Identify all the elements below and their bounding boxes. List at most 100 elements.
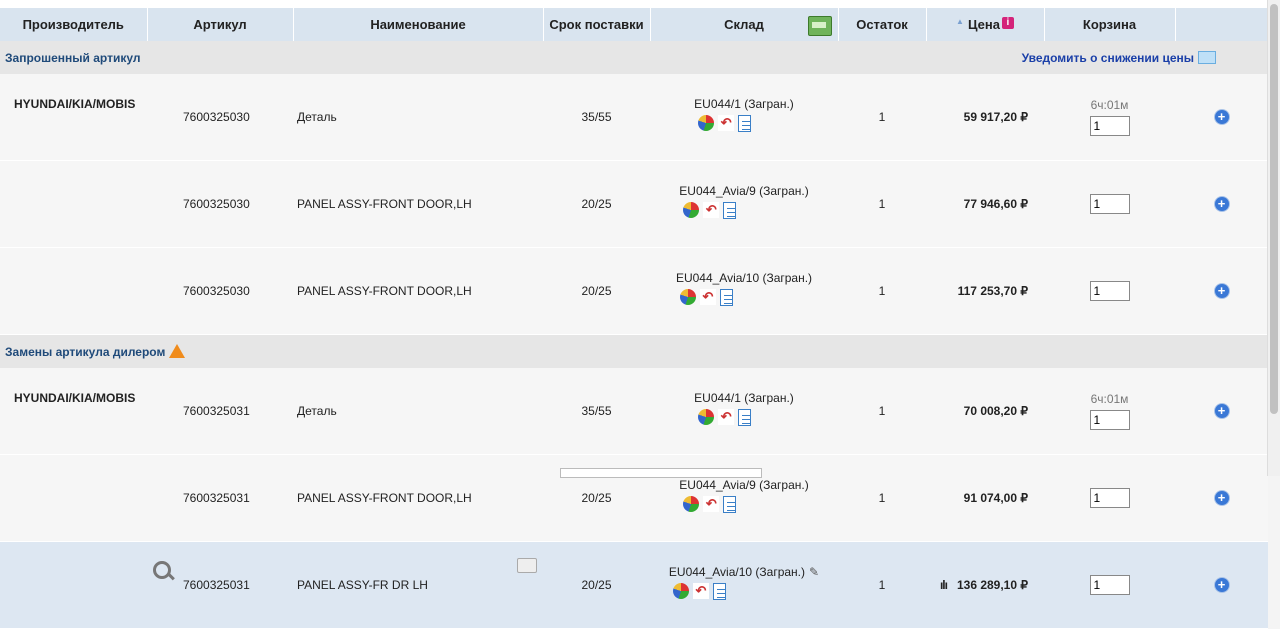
stock: 1 bbox=[838, 368, 926, 455]
truck-icon[interactable] bbox=[807, 16, 832, 36]
article[interactable]: 7600325030 bbox=[147, 74, 293, 161]
article-cell[interactable]: 7600325031 bbox=[147, 541, 293, 629]
mail-icon[interactable] bbox=[1198, 50, 1216, 64]
quantity-input[interactable] bbox=[1089, 575, 1130, 595]
group-requested-label: Запрошенный артикул bbox=[5, 50, 141, 65]
quantity-input[interactable] bbox=[1089, 281, 1130, 301]
details-list-icon[interactable] bbox=[719, 288, 733, 306]
return-icon[interactable]: ↶ bbox=[718, 114, 735, 131]
group-replacements: Замены артикула дилером bbox=[0, 334, 1268, 368]
add-to-cart-icon[interactable]: + bbox=[1214, 284, 1229, 298]
stats-pie-icon[interactable] bbox=[683, 495, 700, 512]
quantity-input[interactable] bbox=[1089, 410, 1130, 430]
col-article[interactable]: Артикул bbox=[147, 8, 294, 41]
warehouse-cell: EU044_Avia/10 (Загран.) ↶ bbox=[650, 247, 838, 335]
cart-cell: 6ч:01м bbox=[1044, 74, 1175, 161]
col-manufacturer[interactable]: Производитель bbox=[0, 8, 148, 41]
col-stock[interactable]: Остаток bbox=[838, 8, 927, 41]
details-list-icon[interactable] bbox=[712, 582, 726, 600]
return-icon[interactable]: ↶ bbox=[699, 288, 716, 305]
price: 77 946,60 ₽ bbox=[926, 160, 1044, 248]
return-icon[interactable]: ↶ bbox=[703, 201, 720, 218]
warehouse: EU044/1 (Загран.) bbox=[694, 96, 794, 111]
part-name-cell: PANEL ASSY-FR DR LH bbox=[293, 541, 543, 629]
col-price[interactable]: ▲ Цена i bbox=[926, 8, 1045, 41]
comment-icon[interactable] bbox=[517, 558, 537, 573]
quantity-input[interactable] bbox=[1089, 488, 1130, 508]
add-to-cart-icon[interactable]: + bbox=[1214, 110, 1229, 124]
part-name: Деталь bbox=[293, 74, 543, 161]
sort-icon[interactable]: ▲ bbox=[956, 17, 964, 26]
part-name: Деталь bbox=[293, 368, 543, 455]
details-list-icon[interactable] bbox=[738, 408, 752, 426]
add-to-cart-icon[interactable]: + bbox=[1214, 578, 1229, 592]
stats-pie-icon[interactable] bbox=[679, 288, 696, 305]
warehouse: EU044_Avia/10 (Загран.) bbox=[668, 564, 806, 579]
stats-pie-icon[interactable] bbox=[698, 408, 715, 425]
scrollbar[interactable] bbox=[1267, 0, 1280, 476]
price: 117 253,70 ₽ bbox=[926, 247, 1044, 335]
add-to-cart-icon[interactable]: + bbox=[1214, 491, 1229, 505]
manufacturer bbox=[0, 454, 147, 542]
cart-cell bbox=[1044, 541, 1175, 629]
add-to-cart-icon[interactable]: + bbox=[1214, 404, 1229, 418]
details-list-icon[interactable] bbox=[723, 201, 737, 219]
pencil-icon[interactable]: ✎ bbox=[809, 565, 819, 579]
col-price-label: Цена bbox=[967, 17, 1000, 32]
table-row: HYUNDAI/KIA/MOBIS 7600325030 Деталь 35/5… bbox=[0, 74, 1268, 161]
notify-label[interactable]: Уведомить о снижении цены bbox=[1022, 51, 1194, 65]
stock: 1 bbox=[838, 160, 926, 248]
col-delivery-term[interactable]: Срок поставки bbox=[543, 8, 651, 41]
cart-cell bbox=[1044, 247, 1175, 335]
part-name: PANEL ASSY-FRONT DOOR,LH bbox=[293, 247, 543, 335]
delivery-term: 20/25 bbox=[543, 247, 650, 335]
price: 91 074,00 ₽ bbox=[926, 454, 1044, 542]
add-to-cart-icon[interactable]: + bbox=[1214, 197, 1229, 211]
add-cell: + bbox=[1175, 74, 1268, 161]
part-name: PANEL ASSY-FR DR LH bbox=[297, 578, 428, 592]
warehouse-cell: EU044/1 (Загран.) ↶ bbox=[650, 74, 838, 161]
delivery-time: 6ч:01м bbox=[1090, 392, 1129, 406]
stats-pie-icon[interactable] bbox=[698, 114, 715, 131]
article[interactable]: 7600325030 bbox=[147, 160, 293, 248]
article[interactable]: 7600325031 bbox=[147, 454, 293, 542]
add-cell: + bbox=[1175, 454, 1268, 542]
price: 59 917,20 ₽ bbox=[926, 74, 1044, 161]
warning-icon[interactable] bbox=[169, 344, 186, 358]
article[interactable]: 7600325031 bbox=[183, 578, 250, 592]
search-icon[interactable] bbox=[153, 561, 171, 579]
warehouse-label: EU044_Avia/10 (Загран.) ✎ bbox=[669, 565, 819, 579]
add-cell: + bbox=[1175, 541, 1268, 629]
stock: 1 bbox=[838, 541, 926, 629]
quantity-input[interactable] bbox=[1089, 194, 1130, 214]
part-name: PANEL ASSY-FRONT DOOR,LH bbox=[293, 454, 543, 542]
manufacturer bbox=[0, 541, 147, 629]
stock: 1 bbox=[838, 74, 926, 161]
return-icon[interactable]: ↶ bbox=[692, 582, 709, 599]
manufacturer: HYUNDAI/KIA/MOBIS bbox=[0, 74, 147, 161]
details-list-icon[interactable] bbox=[723, 495, 737, 513]
stats-pie-icon[interactable] bbox=[683, 201, 700, 218]
notify-price-drop-link[interactable]: Уведомить о снижении цены bbox=[1022, 50, 1216, 65]
scrollbar-thumb[interactable] bbox=[1270, 4, 1278, 414]
group-replacements-label: Замены артикула дилером bbox=[5, 345, 166, 359]
article[interactable]: 7600325031 bbox=[147, 368, 293, 455]
manufacturer bbox=[0, 247, 147, 335]
return-icon[interactable]: ↶ bbox=[703, 495, 720, 512]
stats-pie-icon[interactable] bbox=[672, 582, 689, 599]
article[interactable]: 7600325030 bbox=[147, 247, 293, 335]
stock: 1 bbox=[838, 454, 926, 542]
price-history-icon[interactable]: ılı bbox=[940, 578, 948, 592]
info-icon[interactable]: i bbox=[1001, 17, 1014, 29]
warehouse: EU044_Avia/9 (Загран.) bbox=[679, 477, 809, 492]
table-row: 7600325030 PANEL ASSY-FRONT DOOR,LH 20/2… bbox=[0, 247, 1268, 335]
price-cell: ılı 136 289,10 ₽ bbox=[926, 541, 1044, 629]
quantity-input[interactable] bbox=[1089, 116, 1130, 136]
col-name[interactable]: Наименование bbox=[293, 8, 544, 41]
col-cart: Корзина bbox=[1044, 8, 1176, 41]
return-icon[interactable]: ↶ bbox=[718, 408, 735, 425]
col-warehouse-label: Склад bbox=[724, 17, 764, 32]
col-warehouse[interactable]: Склад bbox=[650, 8, 839, 41]
details-list-icon[interactable] bbox=[738, 114, 752, 132]
warehouse-cell: EU044_Avia/9 (Загран.) ↶ bbox=[650, 160, 838, 248]
